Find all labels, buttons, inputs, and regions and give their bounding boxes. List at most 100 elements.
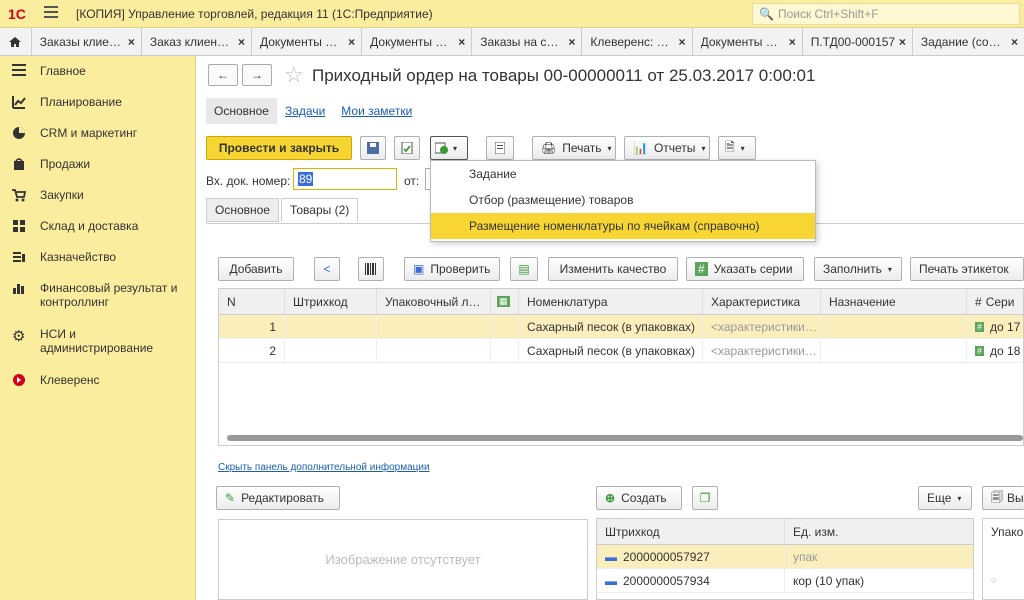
col-package[interactable]: Упаков (983, 519, 1024, 545)
home-tab[interactable] (0, 28, 32, 55)
print-button[interactable]: 🖨 Печать ▾ (532, 136, 616, 160)
horizontal-scrollbar[interactable] (227, 435, 1023, 441)
table-row[interactable]: ▬ 2000000057927 упак (597, 545, 973, 569)
pencil-icon: ✎ (225, 491, 236, 505)
sidebar-item-crm[interactable]: CRM и маркетинг (0, 118, 195, 149)
sidebar-item-planning[interactable]: Планирование (0, 87, 195, 118)
create-button[interactable]: ⊕ Создать (596, 486, 682, 510)
post-button[interactable] (394, 136, 420, 160)
radio-icon[interactable]: ○ (991, 575, 996, 585)
star-icon[interactable]: ☆ (284, 62, 304, 88)
tab-orders-clients[interactable]: Заказы клие… × (32, 28, 142, 55)
table-row[interactable]: ▬ 2000000057934 кор (10 упак) (597, 569, 973, 593)
menu-item-task[interactable]: Задание (431, 161, 815, 187)
tab-orders-s[interactable]: Заказы на с… × (472, 28, 583, 55)
tab-kleverens[interactable]: Клеверенс: … × (582, 28, 693, 55)
close-icon[interactable]: × (458, 35, 465, 49)
forward-button[interactable]: → (242, 64, 272, 86)
barcodes-table[interactable]: Штрихкод Ед. изм. ▬ 2000000057927 упак ▬ 2… (596, 518, 974, 600)
in-doc-number-input[interactable]: 89 (293, 168, 397, 190)
print-labels-button[interactable]: Печать этикеток (910, 257, 1024, 281)
close-icon[interactable]: × (899, 35, 906, 49)
tab-order-client[interactable]: Заказ клиен… × (142, 28, 252, 55)
close-icon[interactable]: × (679, 35, 686, 49)
sidebar-item-nsi[interactable]: ⚙ НСИ и администрирование (0, 319, 195, 365)
table-row[interactable]: 1 Сахарный песок (в упаковках) <характер… (219, 315, 1023, 339)
col-purpose[interactable]: Назначение (821, 289, 967, 314)
tab-main[interactable]: Основное (206, 198, 279, 222)
close-icon[interactable]: × (1011, 35, 1018, 49)
close-icon[interactable]: × (348, 35, 355, 49)
goods-table[interactable]: N Штрихкод Упаковочный л… ▦ Номенклатура… (218, 288, 1024, 446)
money-icon (12, 250, 28, 267)
structure-button[interactable] (486, 136, 514, 160)
edit-button[interactable]: ✎ Редактировать (216, 486, 340, 510)
chevron-down-icon: ▾ (701, 143, 706, 153)
barcode-button[interactable] (358, 257, 384, 281)
col-characteristic[interactable]: Характеристика (703, 289, 821, 314)
add-button[interactable]: Добавить (218, 257, 294, 281)
cell-flag (491, 339, 519, 362)
search-input[interactable]: 🔍 Поиск Ctrl+Shift+F (752, 3, 1020, 25)
close-icon[interactable]: × (568, 35, 575, 49)
hide-panel-link[interactable]: Скрыть панель дополнительной информации (218, 462, 430, 473)
sidebar-item-kleverens[interactable]: Клеверенс (0, 365, 195, 396)
hash-icon: # (975, 294, 982, 309)
back-button[interactable]: ← (208, 64, 238, 86)
sidebar-item-treasury[interactable]: Казначейство (0, 242, 195, 273)
sidebar-item-warehouse[interactable]: Склад и доставка (0, 211, 195, 242)
menu-icon[interactable] (44, 6, 60, 21)
tab-ptd[interactable]: П.ТД00-000157 × (803, 28, 913, 55)
set-series-button[interactable]: # Указать серии (686, 257, 804, 281)
share-button[interactable]: < (314, 257, 340, 281)
subtab-main[interactable]: Основное (206, 98, 277, 124)
reports-button[interactable]: 📊 Отчеты ▾ (624, 136, 710, 160)
window-title: [КОПИЯ] Управление торговлей, редакция 1… (76, 6, 433, 21)
close-icon[interactable]: × (789, 35, 796, 49)
sidebar-item-sales[interactable]: Продажи (0, 149, 195, 180)
chevron-down-icon: ▾ (887, 264, 892, 274)
copy-button[interactable]: ❐ (692, 486, 718, 510)
save-button[interactable] (360, 136, 386, 160)
cell-barcode (285, 339, 377, 362)
subtab-tasks[interactable]: Задачи (277, 98, 333, 124)
more-button[interactable]: Еще ▾ (918, 486, 972, 510)
sidebar-item-purchases[interactable]: Закупки (0, 180, 195, 211)
close-icon[interactable]: × (238, 35, 245, 49)
gear-icon: ⚙ (12, 328, 26, 345)
sidebar-item-finance[interactable]: Финансовый результат и контроллинг (0, 273, 195, 319)
fill-button[interactable]: Заполнить ▾ (814, 257, 902, 281)
col-nomenclature[interactable]: Номенклатура (519, 289, 703, 314)
in-doc-number-label: Вх. док. номер: (206, 174, 291, 188)
no-image-text: Изображение отсутствует (325, 552, 481, 567)
document-tabs: Основное Товары (2) (206, 198, 360, 222)
col-unit[interactable]: Ед. изм. (785, 519, 973, 544)
grid-button[interactable]: ▤ (510, 257, 538, 281)
col-n[interactable]: N (219, 289, 285, 314)
close-icon[interactable]: × (128, 35, 135, 49)
right-panel-button[interactable]: 🗐 Вы (982, 486, 1024, 510)
create-based-on-button[interactable]: ▾ (430, 136, 468, 160)
tab-documents-2[interactable]: Документы … × (362, 28, 473, 55)
sidebar-item-main[interactable]: Главное (0, 56, 195, 87)
col-package[interactable]: Упаковочный л… (377, 289, 491, 314)
post-and-close-button[interactable]: Провести и закрыть (206, 136, 352, 160)
table-row[interactable]: 2 Сахарный песок (в упаковках) <характер… (219, 339, 1023, 363)
col-series[interactable]: # Сери (967, 289, 1023, 314)
tab-task[interactable]: Задание (со… × (913, 28, 1024, 55)
menu-item-placement[interactable]: Размещение номенклатуры по ячейкам (спра… (431, 213, 815, 239)
menu-item-selection[interactable]: Отбор (размещение) товаров (431, 187, 815, 213)
col-barcode[interactable]: Штрихкод (285, 289, 377, 314)
subtab-notes[interactable]: Мои заметки (333, 98, 420, 124)
bars-icon (12, 281, 28, 298)
col-barcode[interactable]: Штрихкод (597, 519, 785, 544)
chevron-down-icon: ▾ (607, 143, 612, 153)
more-actions-button[interactable]: 🗎 ▾ (718, 136, 756, 160)
change-quality-button[interactable]: Изменить качество (548, 257, 678, 281)
clock-document-icon: 🗎 (725, 139, 735, 154)
check-button[interactable]: ▣ Проверить (404, 257, 500, 281)
tab-goods[interactable]: Товары (2) (280, 198, 359, 222)
tab-documents-1[interactable]: Документы … × (252, 28, 363, 55)
tab-documents-3[interactable]: Документы … × (693, 28, 803, 55)
col-flag[interactable]: ▦ (491, 289, 519, 314)
